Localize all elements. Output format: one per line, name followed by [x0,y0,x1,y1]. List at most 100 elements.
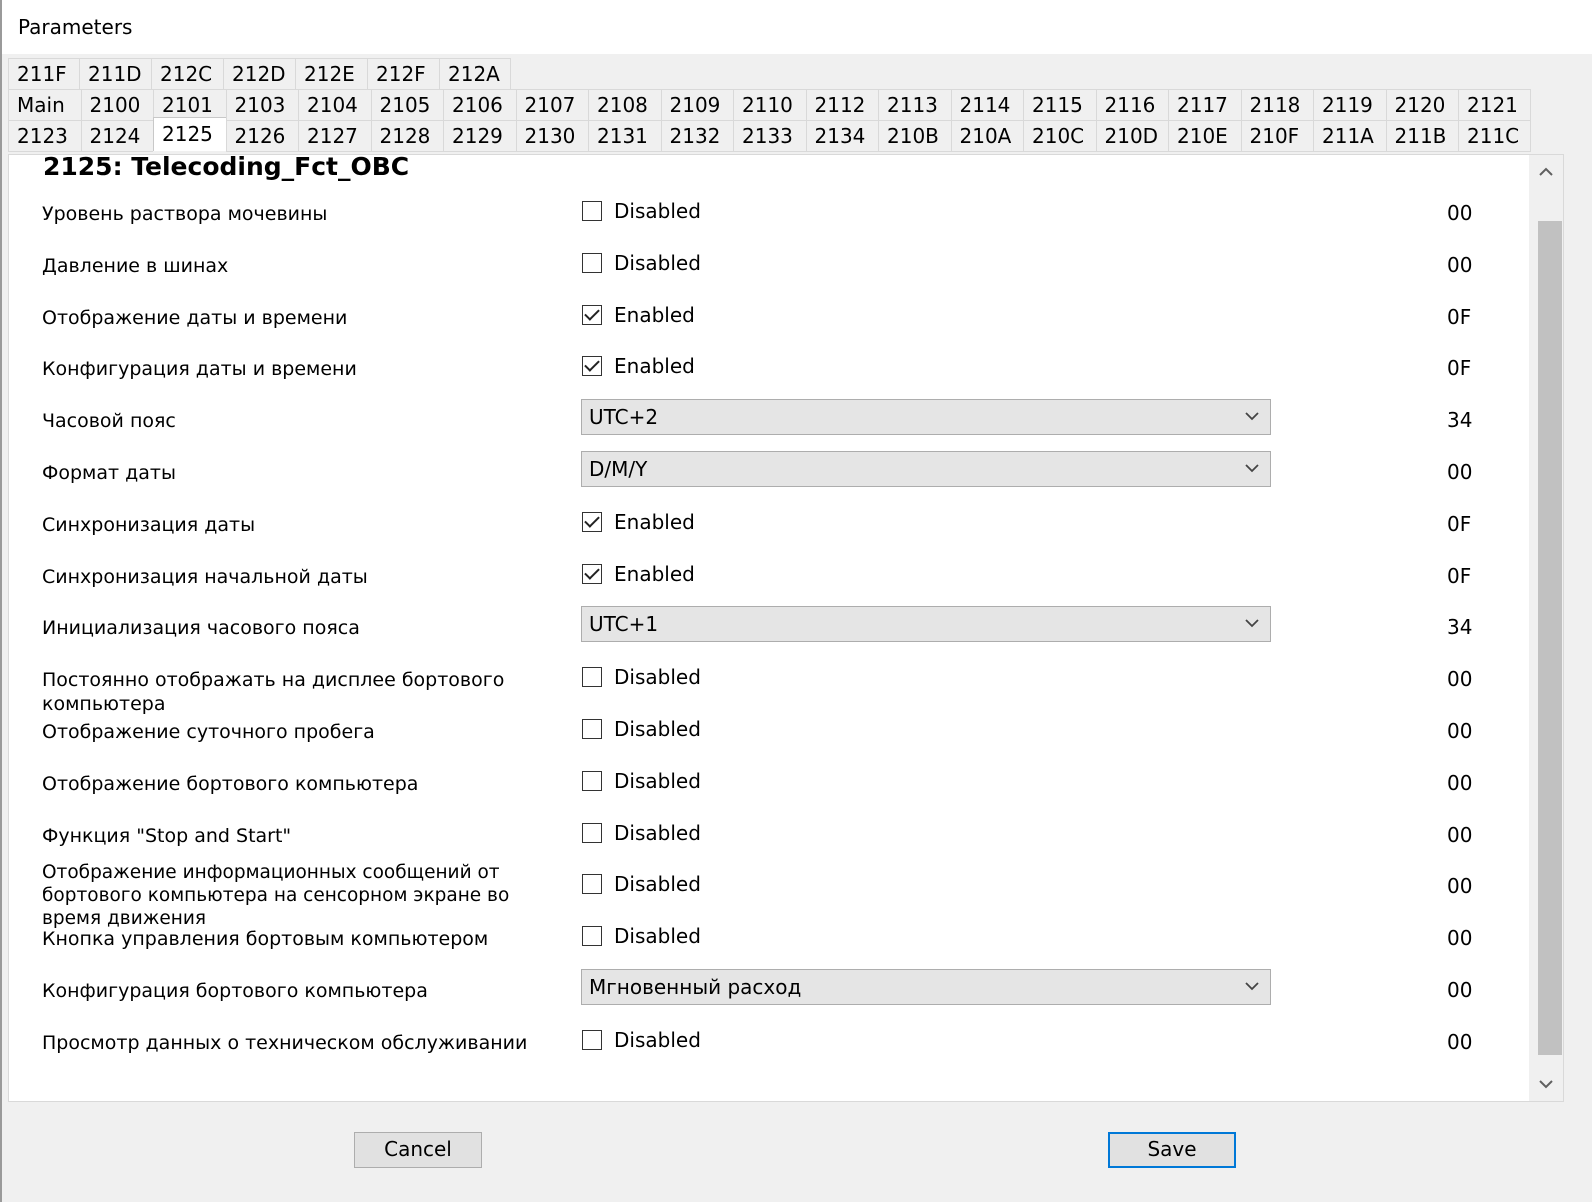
checkbox-checked-icon[interactable] [582,511,602,532]
tab-212f[interactable]: 212F [367,58,439,90]
checkbox-state-label[interactable]: Enabled [614,509,695,535]
checkbox-state-label[interactable]: Disabled [614,716,701,742]
tab-212e[interactable]: 212E [295,58,367,90]
checkbox-unchecked-icon[interactable] [582,1029,602,1050]
parameter-hex-value: 34 [1447,408,1473,433]
parameter-dropdown[interactable]: Мгновенный расход [581,969,1271,1005]
tab-2108[interactable]: 2108 [588,89,661,121]
dropdown-value: UTC+1 [589,612,659,637]
tab-210a[interactable]: 210A [950,120,1023,152]
parameter-dropdown[interactable]: UTC+2 [581,399,1271,436]
tab-2116[interactable]: 2116 [1095,89,1168,121]
checkbox-unchecked-icon[interactable] [582,874,602,895]
checkbox-state-label[interactable]: Disabled [614,198,701,224]
tab-2114[interactable]: 2114 [950,89,1023,121]
parameter-row: Функция "Stop and Start" Disabled 00 [9,810,1529,862]
tab-2104[interactable]: 2104 [298,89,371,121]
tab-210e[interactable]: 210E [1168,120,1241,152]
tab-2130[interactable]: 2130 [515,120,588,152]
tab-2133[interactable]: 2133 [733,120,806,152]
tab-2106[interactable]: 2106 [443,89,516,121]
save-button[interactable]: Save [1108,1132,1236,1168]
checkbox-state-label[interactable]: Disabled [614,250,701,276]
checkbox-unchecked-icon[interactable] [582,926,602,947]
tab-212c[interactable]: 212C [151,58,223,90]
parameter-label: Синхронизация даты [42,513,256,536]
checkbox-state-label[interactable]: Enabled [614,353,695,379]
tab-2117[interactable]: 2117 [1168,89,1241,121]
title-bar: Parameters [2,0,1592,54]
tab-212a[interactable]: 212A [439,58,511,90]
scroll-thumb[interactable] [1538,221,1562,1055]
checkbox-unchecked-icon[interactable] [582,822,602,843]
parameter-hex-value: 00 [1447,719,1473,743]
parameter-row: Конфигурация даты и времени Enabled 0F [9,343,1529,395]
checkbox-unchecked-icon[interactable] [582,667,602,688]
checkbox-unchecked-icon[interactable] [582,252,602,273]
tab-2105[interactable]: 2105 [370,89,443,121]
tab-2119[interactable]: 2119 [1313,89,1386,121]
checkbox-state-label[interactable]: Disabled [614,871,701,897]
tab-212d[interactable]: 212D [223,58,295,90]
checkbox-unchecked-icon[interactable] [582,201,602,221]
cancel-button[interactable]: Cancel [354,1132,482,1168]
tab-211c[interactable]: 211C [1458,120,1531,152]
tab-211b[interactable]: 211B [1385,120,1458,152]
checkbox-state-label[interactable]: Enabled [614,561,695,587]
tab-2107[interactable]: 2107 [515,89,588,121]
tab-2113[interactable]: 2113 [878,89,951,121]
tab-2110[interactable]: 2110 [733,89,806,121]
tab-2129[interactable]: 2129 [443,120,516,152]
tab-row-2: Main 2100 2101 2103 2104 2105 2106 2107 2108 2109… [8,89,1531,121]
tab-211d[interactable]: 211D [79,58,151,90]
tab-210f[interactable]: 210F [1240,120,1313,152]
checkbox-checked-icon[interactable] [582,563,602,584]
tab-2131[interactable]: 2131 [588,120,661,152]
tab-2109[interactable]: 2109 [660,89,733,121]
tab-211a[interactable]: 211A [1313,120,1386,152]
parameter-dropdown[interactable]: D/M/Y [581,451,1271,487]
tab-2123[interactable]: 2123 [8,120,81,152]
scroll-down-arrow-icon[interactable] [1529,1067,1563,1101]
checkbox-checked-icon[interactable] [582,356,602,377]
tab-2103[interactable]: 2103 [225,89,298,121]
tab-2112[interactable]: 2112 [805,89,878,121]
checkbox-state-label[interactable]: Disabled [614,1027,701,1053]
chevron-down-icon[interactable] [1242,406,1262,426]
tab-2121[interactable]: 2121 [1458,89,1531,121]
parameter-row: Инициализация часового пояса UTC+1 34 [9,602,1529,654]
tab-2132[interactable]: 2132 [660,120,733,152]
tab-211f[interactable]: 211F [8,58,79,90]
parameter-row: Формат даты D/M/Y 00 [9,447,1529,499]
tab-2126[interactable]: 2126 [225,120,298,152]
checkbox-unchecked-icon[interactable] [582,719,602,739]
parameter-dropdown[interactable]: UTC+1 [581,606,1271,643]
tab-2118[interactable]: 2118 [1240,89,1313,121]
tab-210b[interactable]: 210B [878,120,951,152]
tab-2100[interactable]: 2100 [80,89,153,121]
tab-2120[interactable]: 2120 [1385,89,1458,121]
chevron-down-icon[interactable] [1242,613,1262,633]
checkbox-state-label[interactable]: Disabled [614,768,701,794]
checkbox-checked-icon[interactable] [582,304,602,325]
scroll-up-arrow-icon[interactable] [1529,155,1563,189]
checkbox-state-label[interactable]: Enabled [614,302,695,328]
checkbox-unchecked-icon[interactable] [582,770,602,791]
tab-2115[interactable]: 2115 [1023,89,1096,121]
checkbox-state-label[interactable]: Disabled [614,923,701,949]
tab-2128[interactable]: 2128 [370,120,443,152]
chevron-down-icon[interactable] [1242,458,1262,478]
parameter-hex-value: 0F [1447,304,1472,329]
tab-2134[interactable]: 2134 [805,120,878,152]
chevron-down-icon[interactable] [1242,976,1262,996]
tab-main[interactable]: Main [8,89,81,121]
checkbox-state-label[interactable]: Disabled [614,820,701,846]
tab-2127[interactable]: 2127 [298,120,371,152]
checkbox-state-label[interactable]: Disabled [614,664,701,690]
vertical-scrollbar[interactable] [1529,155,1563,1101]
tab-210d[interactable]: 210D [1095,120,1168,152]
tab-210c[interactable]: 210C [1023,120,1096,152]
tab-2125[interactable]: 2125 [153,117,226,151]
tab-2124[interactable]: 2124 [80,120,153,152]
parameter-row: Кнопка управления бортовым компьютером Di… [9,913,1529,965]
